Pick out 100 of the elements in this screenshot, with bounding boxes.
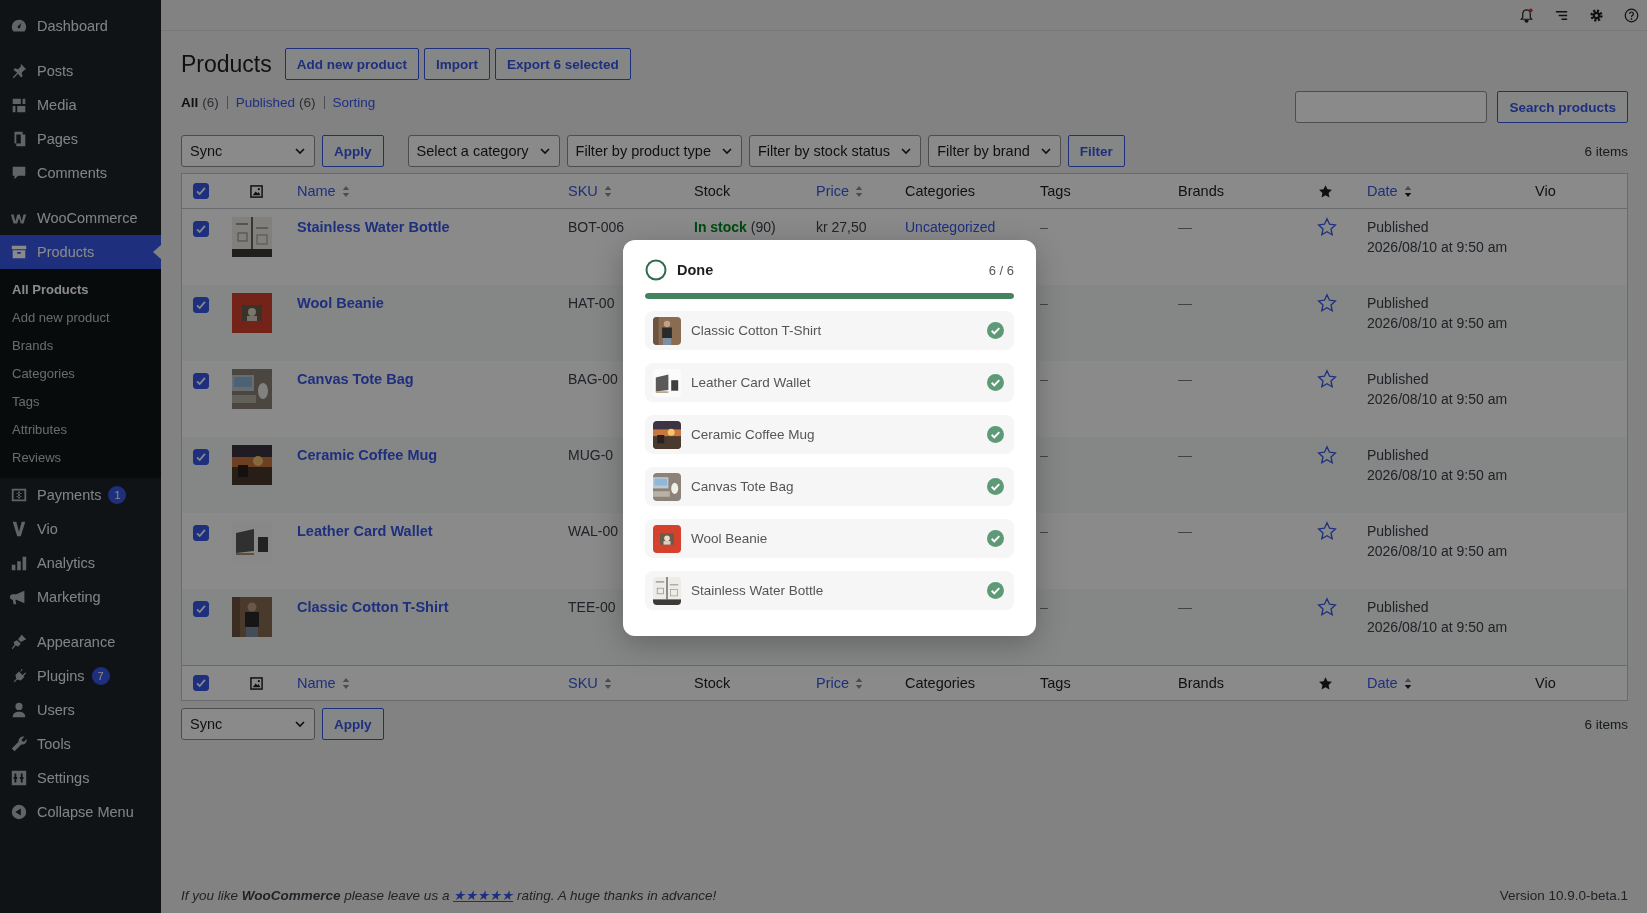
column-header-link[interactable]: SKU xyxy=(568,183,612,199)
column-header-link[interactable]: Name xyxy=(297,675,350,691)
price-text: kr 27,50 xyxy=(816,219,867,235)
menu-item[interactable]: Vio xyxy=(0,512,161,546)
product-name-link[interactable]: Wool Beanie xyxy=(297,295,384,311)
checkbox[interactable] xyxy=(193,525,209,541)
product-name-link[interactable]: Stainless Water Bottle xyxy=(297,219,450,235)
submenu-item[interactable]: Brands xyxy=(0,331,161,359)
column-header-link[interactable]: Date xyxy=(1367,183,1412,199)
tags-text: – xyxy=(1040,371,1048,387)
status-text: Published xyxy=(1367,295,1429,311)
count-badge: 1 xyxy=(108,486,127,504)
star-icon[interactable] xyxy=(1317,217,1337,237)
star-icon[interactable] xyxy=(1317,521,1337,541)
sort-icon xyxy=(603,184,612,198)
checkbox[interactable] xyxy=(193,601,209,617)
submenu-item[interactable]: All Products xyxy=(0,275,161,303)
date-text: 2026/08/10 at 9:50 am xyxy=(1367,391,1508,407)
submenu-item[interactable]: Categories xyxy=(0,359,161,387)
filter-button[interactable]: Filter xyxy=(1067,135,1125,167)
product-name-link[interactable]: Canvas Tote Bag xyxy=(297,371,414,387)
view-link[interactable]: All (6) xyxy=(181,95,219,110)
menu-item[interactable]: Plugins 7 xyxy=(0,659,161,693)
dropdown[interactable]: Filter by brand xyxy=(928,135,1061,167)
apply-button[interactable]: Apply xyxy=(322,135,384,167)
menu-item[interactable]: Pages xyxy=(0,122,161,156)
sort-icon xyxy=(855,184,864,198)
dropdown[interactable]: Filter by stock status xyxy=(748,135,922,167)
brands-text: — xyxy=(1178,523,1192,539)
column-header-link[interactable]: Date xyxy=(1367,675,1412,691)
column-header: Tags xyxy=(1040,675,1071,691)
column-header-link[interactable]: Name xyxy=(297,183,350,199)
menu-item[interactable]: Dashboard xyxy=(0,9,161,43)
menu-item[interactable]: WooCommerce xyxy=(0,201,161,235)
checkbox[interactable] xyxy=(193,221,209,237)
menu-item[interactable]: Tools xyxy=(0,727,161,761)
date-text: 2026/08/10 at 9:50 am xyxy=(1367,543,1508,559)
sort-icon xyxy=(603,676,612,690)
help-icon[interactable] xyxy=(1624,7,1639,23)
menu-item[interactable]: Collapse Menu xyxy=(0,795,161,829)
dropdown[interactable]: Select a category xyxy=(407,135,560,167)
action-button[interactable]: Import xyxy=(424,48,490,80)
checkbox[interactable] xyxy=(193,449,209,465)
product-name-link[interactable]: Ceramic Coffee Mug xyxy=(297,447,438,463)
search-button[interactable]: Search products xyxy=(1497,91,1628,123)
menu-item[interactable]: Appearance xyxy=(0,625,161,659)
dropdown[interactable]: Filter by product type xyxy=(566,135,742,167)
column-header-link[interactable]: Price xyxy=(816,183,864,199)
view-link[interactable]: Sorting xyxy=(332,95,376,110)
checkbox[interactable] xyxy=(193,373,209,389)
product-name-link[interactable]: Leather Card Wallet xyxy=(297,523,433,539)
checkbox[interactable] xyxy=(193,297,209,313)
menu-item[interactable]: Products xyxy=(0,235,161,269)
product-name-link[interactable]: Classic Cotton T-Shirt xyxy=(297,599,449,615)
star-icon[interactable] xyxy=(1317,597,1337,617)
column-header: Brands xyxy=(1178,675,1224,691)
category-link[interactable]: Uncategorized xyxy=(905,219,996,235)
chevron-down-icon xyxy=(900,145,913,157)
checkbox[interactable] xyxy=(193,675,209,691)
bell-icon[interactable] xyxy=(1519,7,1534,23)
settings-icon[interactable] xyxy=(1589,7,1604,23)
menu-item[interactable]: Comments xyxy=(0,156,161,190)
sort-icon xyxy=(1403,676,1412,690)
column-header: Tags xyxy=(1040,183,1071,199)
menu-item[interactable]: Settings xyxy=(0,761,161,795)
submenu-item[interactable]: Tags xyxy=(0,387,161,415)
rating-link[interactable]: ★★★★★ xyxy=(453,888,514,903)
search-field[interactable] xyxy=(1295,91,1488,123)
dropdown[interactable]: Sync xyxy=(181,135,315,167)
apply-button[interactable]: Apply xyxy=(322,708,384,740)
menu-item[interactable]: Payments 1 xyxy=(0,478,161,512)
menu-item[interactable]: Users xyxy=(0,693,161,727)
view-link[interactable]: Published (6) xyxy=(235,95,316,110)
column-header: Stock xyxy=(694,183,731,199)
star-icon[interactable] xyxy=(1317,293,1337,313)
star-icon[interactable] xyxy=(1317,445,1337,465)
status-text: Published xyxy=(1367,371,1429,387)
submenu-item[interactable]: Attributes xyxy=(0,415,161,443)
column-header-link[interactable]: Price xyxy=(816,675,864,691)
column-header-link[interactable]: SKU xyxy=(568,675,612,691)
submenu-item[interactable]: Add new product xyxy=(0,303,161,331)
dropdown[interactable]: Sync xyxy=(181,708,315,740)
checkbox[interactable] xyxy=(193,183,209,199)
menu-item[interactable]: Analytics xyxy=(0,546,161,580)
action-button[interactable]: Add new product xyxy=(284,48,419,80)
action-button[interactable]: Export 6 selected xyxy=(495,48,631,80)
star-icon[interactable] xyxy=(1317,369,1337,389)
menu-item[interactable]: Media xyxy=(0,88,161,122)
submenu-item[interactable]: Reviews xyxy=(0,443,161,471)
menu-item[interactable]: Posts xyxy=(0,54,161,88)
media-icon xyxy=(10,96,28,114)
star-icon xyxy=(1318,675,1333,691)
chevron-down-icon xyxy=(294,718,306,730)
product-name: Stainless Water Bottle xyxy=(691,583,824,598)
column-header: Vio xyxy=(1535,183,1556,199)
menu-item[interactable]: Marketing xyxy=(0,580,161,614)
page-title: Products xyxy=(181,50,272,78)
sort-icon xyxy=(1403,184,1412,198)
tags-text: – xyxy=(1040,447,1048,463)
item-count: 6 items xyxy=(1584,716,1628,732)
